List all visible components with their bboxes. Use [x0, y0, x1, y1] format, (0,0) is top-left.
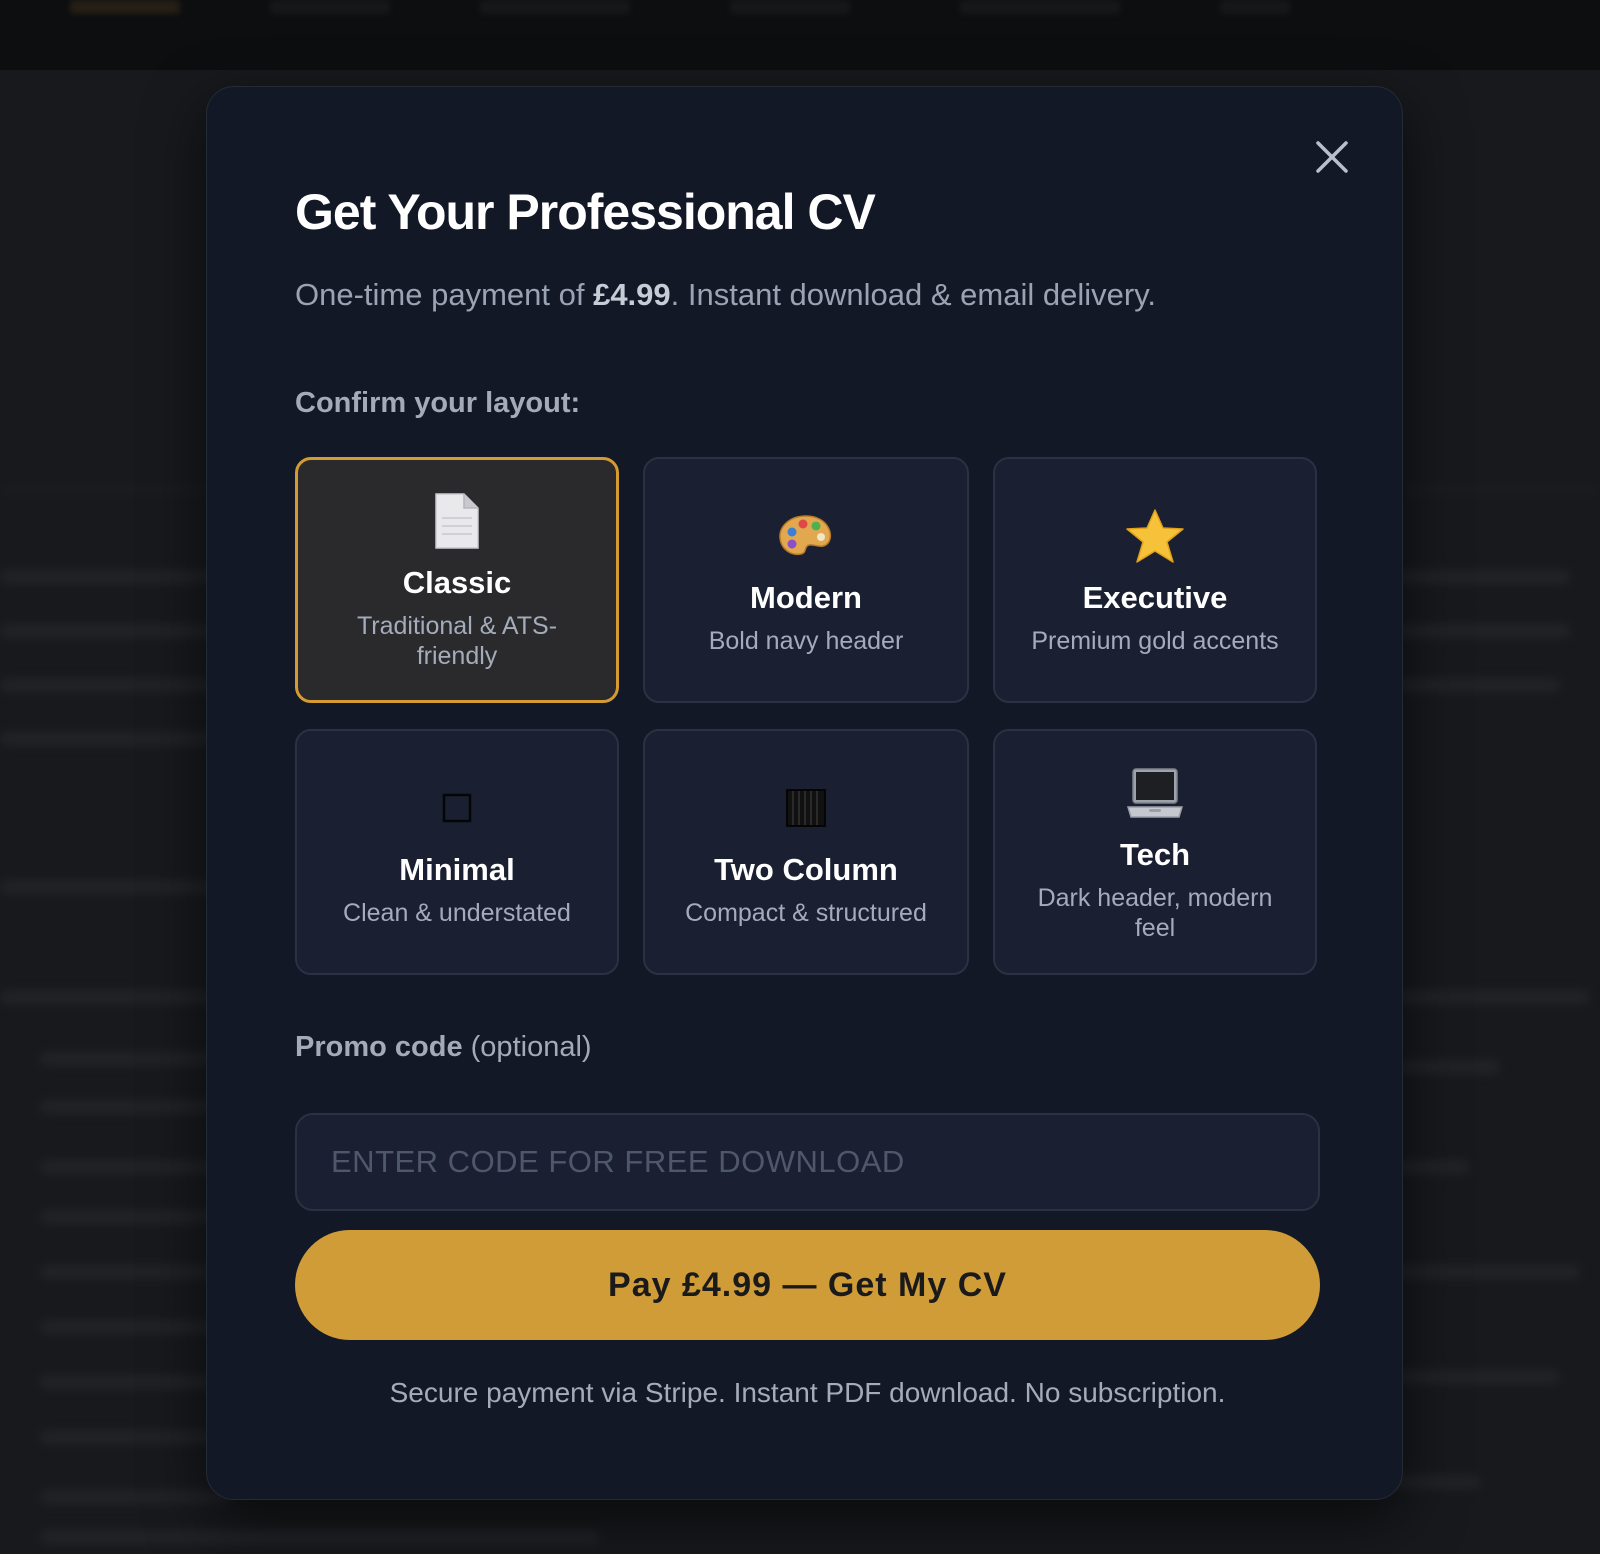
square-outline-icon [442, 776, 472, 840]
page-icon [432, 489, 482, 553]
laptop-icon [1127, 761, 1183, 825]
promo-label-bold: Promo code [295, 1031, 463, 1063]
layout-option-tech[interactable]: Tech Dark header, modern feel [993, 729, 1317, 975]
layout-name: Two Column [714, 852, 898, 887]
layout-name: Classic [402, 565, 512, 600]
promo-code-input[interactable] [295, 1113, 1320, 1211]
layout-description: Clean & understated [343, 899, 571, 927]
star-icon [1125, 504, 1185, 568]
layout-description: Dark header, modern feel [1037, 884, 1273, 942]
subtitle-price: £4.99 [593, 277, 671, 312]
layout-options-grid: Classic Traditional & ATS-friendly Moder… [295, 457, 1320, 975]
layout-option-two-column[interactable]: Two Column Compact & structured [643, 729, 969, 975]
subtitle-prefix: One-time payment of [295, 277, 594, 312]
layout-description: Traditional & ATS-friendly [356, 612, 558, 670]
subtitle-suffix: . Instant download & email delivery. [670, 277, 1156, 312]
payment-footnote: Secure payment via Stripe. Instant PDF d… [389, 1377, 1226, 1408]
columns-icon [786, 776, 826, 840]
layout-name: Modern [750, 580, 862, 615]
layout-option-classic[interactable]: Classic Traditional & ATS-friendly [295, 457, 619, 703]
layout-option-executive[interactable]: Executive Premium gold accents [993, 457, 1317, 703]
close-icon [1316, 141, 1348, 173]
pay-button[interactable]: Pay £4.99 — Get My CV [295, 1230, 1320, 1340]
layout-option-modern[interactable]: Modern Bold navy header [643, 457, 969, 703]
layout-description: Bold navy header [708, 627, 904, 655]
layout-description: Compact & structured [685, 899, 927, 927]
modal-title: Get Your Professional CV [295, 184, 876, 240]
promo-code-label: Promo code (optional) [295, 1031, 592, 1064]
layout-name: Minimal [399, 852, 515, 887]
modal-subtitle: One-time payment of £4.99. Instant downl… [295, 277, 1156, 313]
layout-name: Tech [1119, 837, 1191, 872]
payment-modal: Get Your Professional CV One-time paymen… [206, 86, 1403, 1500]
palette-icon [777, 504, 835, 568]
layout-option-minimal[interactable]: Minimal Clean & understated [295, 729, 619, 975]
promo-label-optional: (optional) [462, 1031, 592, 1063]
layout-description: Premium gold accents [1031, 627, 1279, 655]
layout-section-label: Confirm your layout: [295, 387, 581, 419]
close-button[interactable] [1310, 135, 1354, 179]
layout-name: Executive [1082, 580, 1228, 615]
